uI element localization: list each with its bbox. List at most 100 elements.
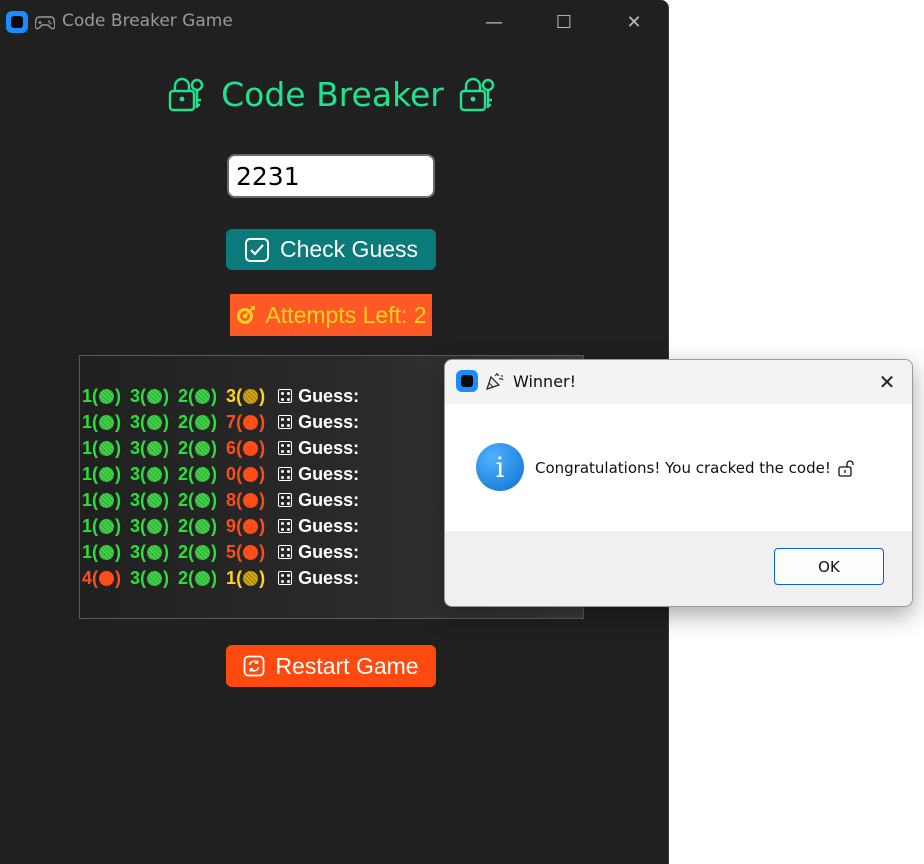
history-row: 1 () 3 () 2 () 0 () Guess: <box>82 462 359 486</box>
restart-game-label: Restart Game <box>275 652 419 679</box>
dice-icon <box>278 571 293 585</box>
dialog-message: Congratulations! You cracked the code! <box>535 459 855 477</box>
dialog-close-button[interactable]: ✕ <box>862 360 912 404</box>
digit-value: 2 <box>178 541 189 562</box>
history-digit: 1 () <box>82 489 122 510</box>
title-bar[interactable]: Code Breaker Game — ☐ ✕ <box>0 0 669 44</box>
minimize-button[interactable]: — <box>471 0 517 44</box>
green-circle-icon <box>195 440 211 456</box>
history-digit: 3 () <box>130 541 170 562</box>
history-digit: 3 () <box>130 489 170 510</box>
guess-label: Guess: <box>298 567 360 588</box>
dice-icon <box>278 389 293 403</box>
dialog-body: i Congratulations! You cracked the code! <box>445 404 912 531</box>
guess-label: Guess: <box>298 437 360 458</box>
digit-value: 3 <box>130 411 141 432</box>
red-circle-icon <box>243 544 259 560</box>
dice-icon <box>278 519 293 533</box>
green-circle-icon <box>147 466 163 482</box>
history-digit: 2 () <box>178 385 218 406</box>
digit-value: 2 <box>178 489 189 510</box>
dialog-title: Winner! <box>513 372 577 391</box>
digit-value: 1 <box>82 385 93 406</box>
ok-button[interactable]: OK <box>774 548 884 585</box>
check-guess-button[interactable]: Check Guess <box>226 229 436 270</box>
digit-value: 1 <box>82 541 93 562</box>
digit-value: 2 <box>178 385 189 406</box>
history-digit: 3 () <box>130 437 170 458</box>
dice-icon <box>278 441 293 455</box>
digit-value: 2 <box>178 515 189 536</box>
checkbox-icon <box>244 237 269 262</box>
history-row: 1 () 3 () 2 () 6 () Guess: <box>82 436 359 460</box>
close-button[interactable]: ✕ <box>611 0 657 44</box>
unlock-icon <box>838 460 854 477</box>
guess-input[interactable] <box>227 154 435 198</box>
green-circle-icon <box>195 492 211 508</box>
dice-icon <box>278 467 293 481</box>
history-digit: 4 () <box>82 567 122 588</box>
digit-value: 3 <box>130 385 141 406</box>
gamepad-icon <box>35 16 55 30</box>
green-circle-icon <box>195 466 211 482</box>
digit-value: 3 <box>226 385 237 406</box>
history-digit: 2 () <box>178 463 218 484</box>
digit-value: 8 <box>226 489 237 510</box>
winner-dialog: Winner! ✕ i Congratulations! You cracked… <box>444 359 913 607</box>
history-digit: 2 () <box>178 411 218 432</box>
history-digit: 3 () <box>130 463 170 484</box>
digit-value: 1 <box>82 489 93 510</box>
history-digit: 1 () <box>82 515 122 536</box>
maximize-button[interactable]: ☐ <box>541 0 587 44</box>
dialog-title-bar[interactable]: Winner! ✕ <box>445 360 912 404</box>
page-title: Code Breaker <box>221 74 444 114</box>
dialog-message-text: Congratulations! You cracked the code! <box>535 459 831 477</box>
yellow-circle-icon <box>243 570 259 586</box>
green-circle-icon <box>147 570 163 586</box>
green-circle-icon <box>99 440 115 456</box>
history-digit: 7 () <box>226 411 266 432</box>
history-digit: 1 () <box>82 411 122 432</box>
green-circle-icon <box>195 518 211 534</box>
digit-value: 1 <box>226 567 237 588</box>
digit-value: 3 <box>130 515 141 536</box>
attempts-left-label: Attempts Left: 2 <box>230 294 432 336</box>
history-digit: 2 () <box>178 437 218 458</box>
target-icon <box>237 306 256 324</box>
yellow-circle-icon <box>243 388 259 404</box>
green-circle-icon <box>99 414 115 430</box>
lock-key-icon <box>459 77 495 112</box>
attempts-left-text: Attempts Left: 2 <box>265 301 427 328</box>
digit-value: 7 <box>226 411 237 432</box>
digit-value: 3 <box>130 489 141 510</box>
green-circle-icon <box>195 388 211 404</box>
history-digit: 3 () <box>130 515 170 536</box>
green-circle-icon <box>147 544 163 560</box>
red-circle-icon <box>243 518 259 534</box>
restart-game-button[interactable]: Restart Game <box>226 645 436 687</box>
check-guess-label: Check Guess <box>279 236 419 262</box>
green-circle-icon <box>147 388 163 404</box>
dice-icon <box>278 415 293 429</box>
digit-value: 1 <box>82 515 93 536</box>
history-row: 1 () 3 () 2 () 3 () Guess: <box>82 384 359 408</box>
history-digit: 1 () <box>82 385 122 406</box>
dice-icon <box>278 545 293 559</box>
digit-value: 1 <box>82 437 93 458</box>
digit-value: 1 <box>82 411 93 432</box>
guess-label: Guess: <box>298 489 360 510</box>
guess-label: Guess: <box>298 515 360 536</box>
digit-value: 2 <box>178 437 189 458</box>
digit-value: 6 <box>226 437 237 458</box>
history-row: 1 () 3 () 2 () 9 () Guess: <box>82 514 359 538</box>
green-circle-icon <box>147 440 163 456</box>
history-row: 1 () 3 () 2 () 5 () Guess: <box>82 540 359 564</box>
history-row: 1 () 3 () 2 () 8 () Guess: <box>82 488 359 512</box>
history-digit: 5 () <box>226 541 266 562</box>
window-title: Code Breaker Game <box>62 11 233 31</box>
red-circle-icon <box>99 570 115 586</box>
digit-value: 0 <box>226 463 237 484</box>
history-row: 4 () 3 () 2 () 1 () Guess: <box>82 566 359 590</box>
green-circle-icon <box>99 544 115 560</box>
red-circle-icon <box>243 440 259 456</box>
